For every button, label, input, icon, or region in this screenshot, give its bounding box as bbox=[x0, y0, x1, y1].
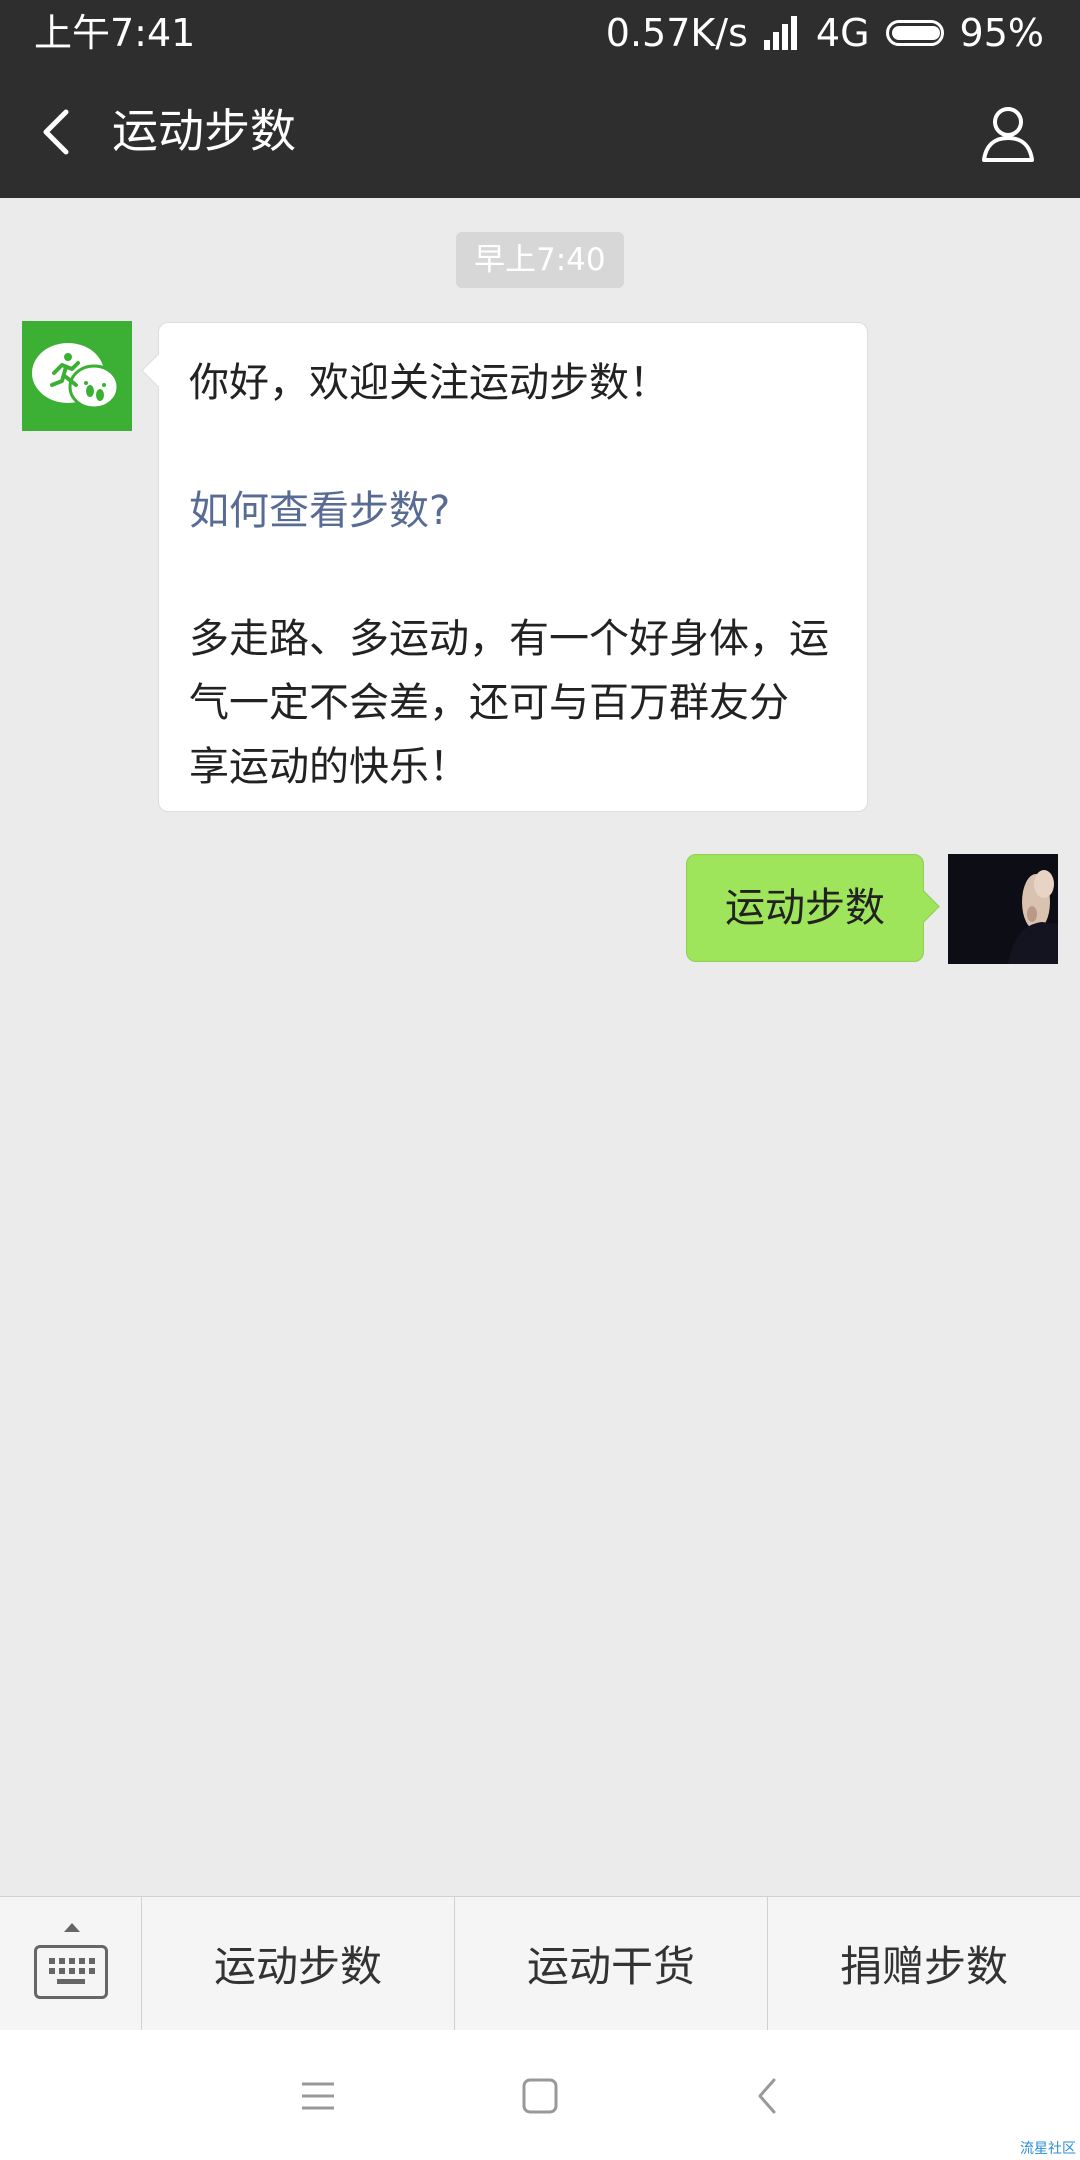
caret-up-icon bbox=[64, 1923, 80, 1932]
person-icon bbox=[982, 107, 1034, 162]
profile-button[interactable] bbox=[976, 102, 1040, 166]
running-footprint-logo-icon bbox=[32, 343, 120, 410]
menu-item-donate-steps[interactable]: 捐赠步数 bbox=[768, 1897, 1080, 2030]
network-type: 4G bbox=[815, 11, 870, 55]
chevron-left-icon bbox=[43, 109, 69, 155]
status-time: 上午7:41 bbox=[34, 11, 196, 55]
bot-message-bubble[interactable]: 你好，欢迎关注运动步数！ 如何查看步数? 多走路、多运动，有一个好身体，运 气一… bbox=[158, 322, 868, 812]
recent-apps-button[interactable] bbox=[296, 2074, 340, 2118]
watermark: 流星社区 bbox=[1020, 2141, 1076, 2157]
battery-icon bbox=[885, 20, 944, 46]
status-bar: 上午7:41 0.57K/s 4G 95% bbox=[0, 0, 1080, 66]
status-indicators: 0.57K/s 4G 95% bbox=[590, 8, 1044, 58]
square-icon bbox=[522, 2078, 558, 2114]
system-back-button[interactable] bbox=[746, 2074, 790, 2118]
custom-menu-bar: 运动步数 运动干货 捐赠步数 bbox=[0, 1896, 1080, 2030]
keyboard-icon bbox=[34, 1945, 108, 1999]
chevron-left-icon bbox=[758, 2078, 776, 2114]
page-title: 运动步数 bbox=[112, 104, 296, 158]
chat-area[interactable]: 早上7:40 你好，欢迎关注运动步数！ 如何查看步数? 多走路、多运动，有一个好… bbox=[0, 198, 1080, 1896]
how-to-view-steps-link[interactable]: 如何查看步数? bbox=[189, 479, 837, 543]
network-speed: 0.57K/s bbox=[605, 11, 748, 55]
bot-paragraph: 多走路、多运动，有一个好身体，运 气一定不会差，还可与百万群友分 享运动的快乐！ bbox=[189, 607, 837, 799]
user-message-bubble[interactable]: 运动步数 bbox=[686, 854, 924, 962]
bot-paragraph-line: 气一定不会差，还可与百万群友分 bbox=[189, 680, 789, 726]
home-button[interactable] bbox=[518, 2074, 562, 2118]
menu-item-fitness-tips[interactable]: 运动干货 bbox=[455, 1897, 768, 2030]
system-nav-bar: 流星社区 bbox=[0, 2030, 1080, 2160]
battery-level: 95% bbox=[959, 11, 1044, 55]
bot-greeting: 你好，欢迎关注运动步数！ bbox=[189, 360, 669, 406]
user-avatar[interactable] bbox=[948, 854, 1058, 964]
nav-bar: 运动步数 bbox=[0, 66, 1080, 198]
bot-paragraph-line: 享运动的快乐！ bbox=[189, 744, 469, 790]
menu-item-steps[interactable]: 运动步数 bbox=[142, 1897, 455, 2030]
message-timestamp: 早上7:40 bbox=[456, 232, 624, 288]
bot-paragraph-line: 多走路、多运动，有一个好身体，运 bbox=[189, 616, 829, 662]
user-photo-icon bbox=[948, 854, 1058, 964]
keyboard-toggle-button[interactable] bbox=[0, 1897, 142, 2030]
menu-lines-icon bbox=[302, 2082, 334, 2110]
bot-avatar[interactable] bbox=[22, 321, 132, 431]
back-button[interactable] bbox=[30, 102, 90, 162]
signal-icon bbox=[763, 16, 800, 50]
